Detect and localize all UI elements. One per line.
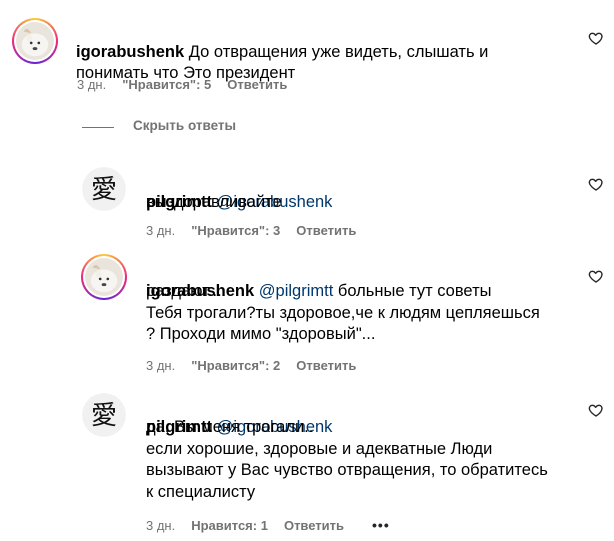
calligraphy-avatar-image: 愛 bbox=[82, 167, 126, 211]
heart-icon[interactable] bbox=[588, 176, 604, 192]
more-options-icon[interactable]: ••• bbox=[372, 517, 390, 533]
comment-meta: 3 дн. "Нравится": 5 Ответить bbox=[77, 77, 287, 92]
likes-count[interactable]: Нравится: 1 bbox=[191, 518, 268, 533]
heart-icon[interactable] bbox=[588, 30, 604, 46]
avatar[interactable]: 愛 bbox=[82, 167, 126, 211]
timestamp[interactable]: 3 дн. bbox=[146, 518, 175, 533]
svg-text:愛: 愛 bbox=[91, 401, 117, 431]
comment-meta: 3 дн. Нравится: 1 Ответить ••• bbox=[146, 517, 390, 533]
reply-button[interactable]: Ответить bbox=[284, 518, 344, 533]
dog-avatar-image bbox=[85, 258, 123, 296]
likes-count[interactable]: "Нравится": 5 bbox=[122, 77, 211, 92]
timestamp[interactable]: 3 дн. bbox=[146, 358, 175, 373]
likes-count[interactable]: "Нравится": 3 bbox=[191, 223, 280, 238]
comment-body: выздоравливайте bbox=[146, 193, 282, 211]
comment-body: да, Вы меня трогали.. если хорошие, здор… bbox=[146, 418, 548, 501]
hide-replies-divider bbox=[82, 127, 114, 128]
comment-meta: 3 дн. "Нравится": 3 Ответить bbox=[146, 223, 356, 238]
reply-button[interactable]: Ответить bbox=[296, 223, 356, 238]
likes-count[interactable]: "Нравится": 2 bbox=[191, 358, 280, 373]
calligraphy-avatar-image: 愛 bbox=[82, 393, 126, 437]
timestamp[interactable]: 3 дн. bbox=[146, 223, 175, 238]
comment-meta: 3 дн. "Нравится": 2 Ответить bbox=[146, 358, 356, 373]
reply-button[interactable]: Ответить bbox=[296, 358, 356, 373]
heart-icon[interactable] bbox=[588, 268, 604, 284]
avatar[interactable] bbox=[81, 254, 127, 300]
svg-text:愛: 愛 bbox=[91, 175, 117, 205]
timestamp[interactable]: 3 дн. bbox=[77, 77, 106, 92]
heart-icon[interactable] bbox=[588, 402, 604, 418]
reply-button[interactable]: Ответить bbox=[227, 77, 287, 92]
avatar[interactable] bbox=[12, 18, 58, 64]
comment-text: igorabushenk До отвращения уже видеть, с… bbox=[76, 20, 556, 85]
comment-body: раздают... Тебя трогали?ты здоровое,че к… bbox=[146, 282, 540, 343]
comment-username[interactable]: igorabushenk bbox=[76, 43, 184, 61]
avatar[interactable]: 愛 bbox=[82, 393, 126, 437]
dog-avatar-image bbox=[16, 22, 54, 60]
hide-replies-button[interactable]: Скрыть ответы bbox=[133, 118, 236, 133]
